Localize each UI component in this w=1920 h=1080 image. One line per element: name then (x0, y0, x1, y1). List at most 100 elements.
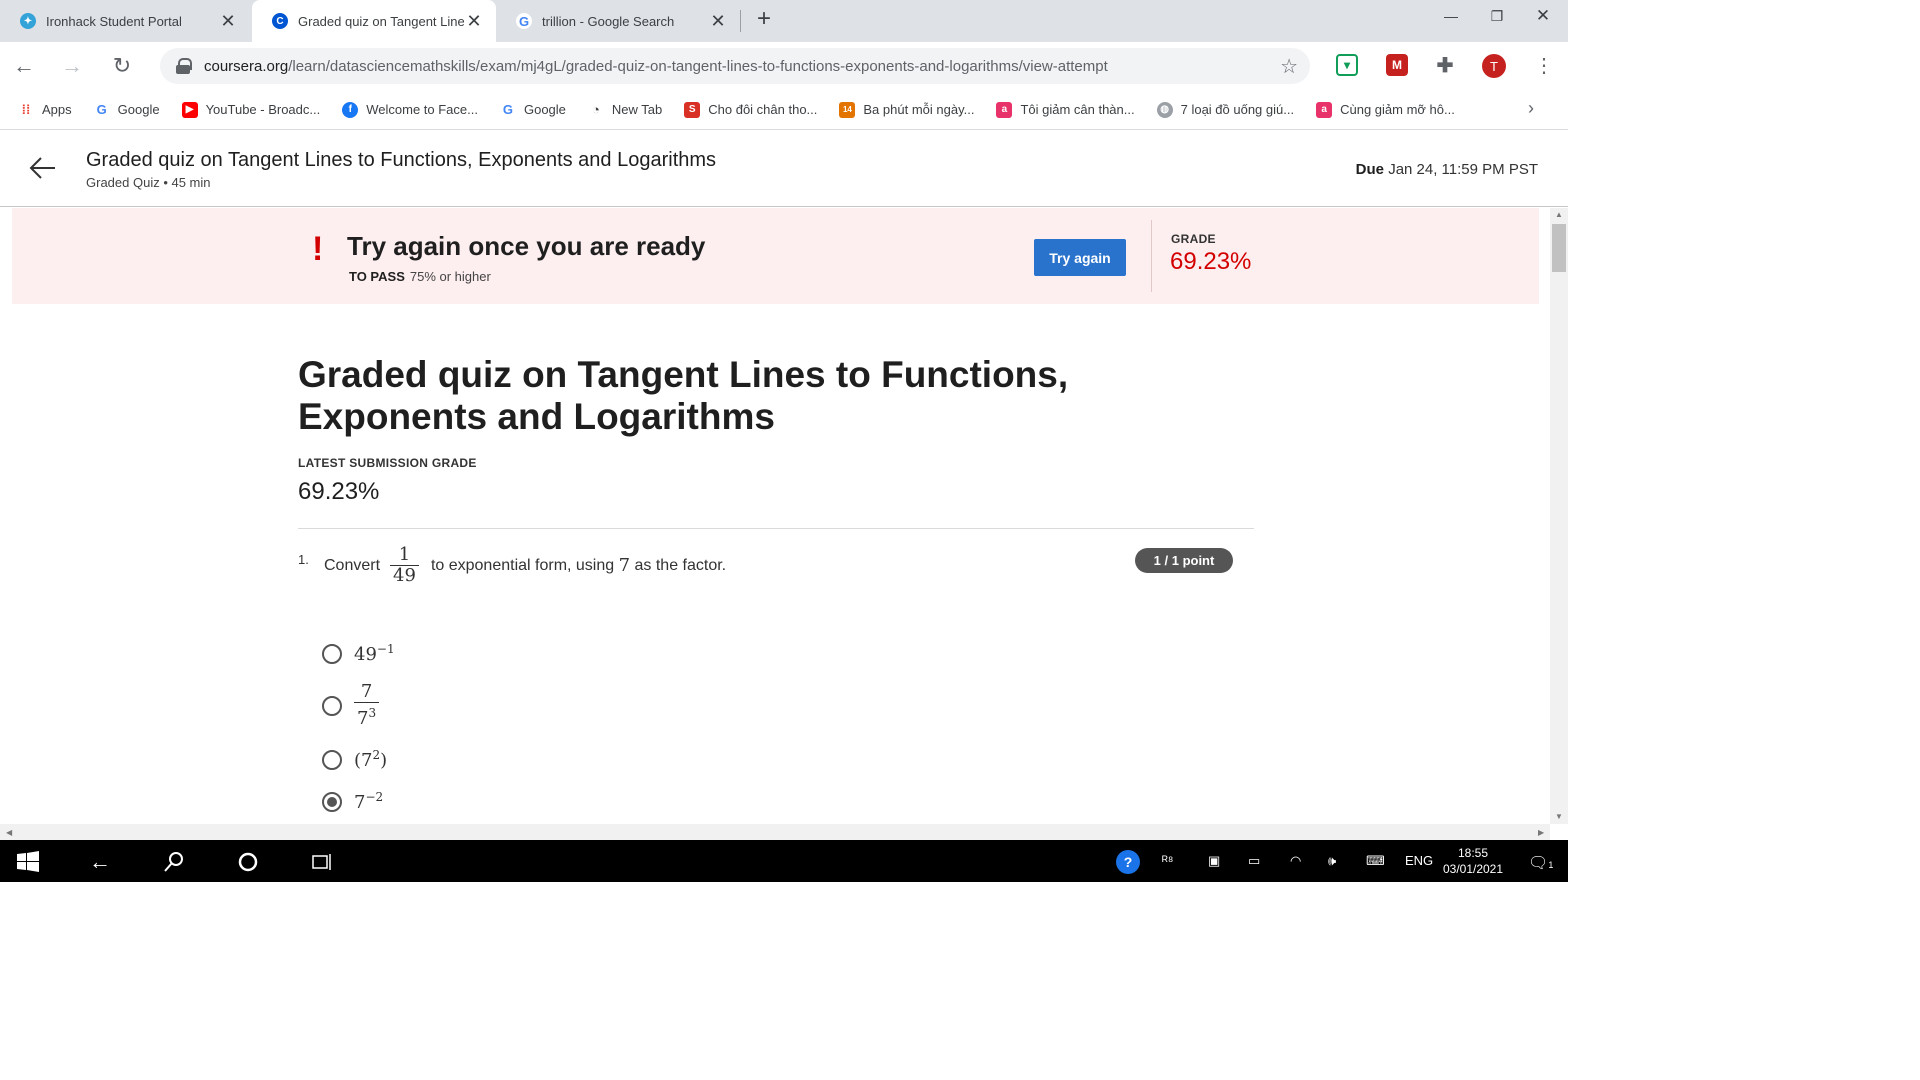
search-icon[interactable] (162, 850, 186, 874)
option-math: (72) (354, 748, 388, 771)
radio-button[interactable] (322, 643, 342, 664)
windows-start-icon[interactable] (16, 850, 40, 874)
question-middle: to exponential form, using (430, 556, 615, 574)
cortana-icon[interactable] (236, 850, 260, 874)
a-icon: a (1316, 101, 1333, 118)
tab-coursera[interactable]: C Graded quiz on Tangent Lines t ✕ (252, 0, 496, 42)
new-tab-button[interactable]: + (752, 7, 776, 32)
header-title: Graded quiz on Tangent Lines to Function… (86, 149, 717, 171)
extension-mcafee-icon[interactable]: M (1386, 54, 1408, 76)
question-text: Convert 1 49 to exponential form, using … (324, 545, 726, 586)
scroll-down-icon[interactable]: ▼ (1555, 812, 1563, 821)
pass-requirement: TO PASS 75% or higher (349, 269, 491, 284)
windows-taskbar: ← ? ᴿ⁸ ▣ ▭ ◠ 🕪 ⌨ ENG 18:55 03/01/2021 🗨1 (0, 840, 1568, 882)
url-host: coursera.org (204, 57, 289, 75)
bookmark-item[interactable]: 14 Ba phút mỗi ngày... (839, 101, 974, 118)
window-close-icon[interactable]: ✕ (1520, 4, 1566, 28)
back-arrow-icon[interactable] (28, 153, 58, 183)
horizontal-scrollbar[interactable] (0, 824, 1550, 840)
extensions-puzzle-icon[interactable]: ✚ (1434, 54, 1456, 77)
submission-grade: 69.23% (298, 478, 380, 505)
due-label: Due (1355, 161, 1385, 178)
clock[interactable]: 18:55 03/01/2021 (1436, 845, 1510, 877)
people-icon[interactable]: ᴿ⁸ (1162, 853, 1173, 868)
tab-title: trillion - Google Search (542, 13, 675, 29)
wifi-icon[interactable]: ◠ (1290, 853, 1301, 869)
profile-avatar[interactable]: T (1482, 54, 1506, 78)
bookmark-label: Tôi giảm cân thàn... (1020, 102, 1135, 117)
coursera-icon: C (272, 13, 288, 29)
bookmark-item[interactable]: ◍ 7 loại đồ uống giú... (1156, 101, 1295, 118)
submission-grade-label: LATEST SUBMISSION GRADE (298, 456, 477, 470)
extension-shield-icon[interactable]: ▾ (1336, 54, 1358, 76)
due-value: Jan 24, 11:59 PM PST (1388, 161, 1538, 178)
tab-google-search[interactable]: G trillion - Google Search ✕ (496, 0, 740, 42)
pass-value: 75% or higher (409, 269, 491, 284)
answer-option[interactable]: 7 73 (322, 682, 380, 729)
keyboard-icon[interactable]: ⌨ (1366, 853, 1385, 869)
quiz-header: Graded quiz on Tangent Lines to Function… (0, 131, 1568, 207)
bookmark-item[interactable]: G Google (500, 102, 566, 118)
restore-icon[interactable]: ❐ (1474, 4, 1520, 28)
menu-kebab-icon[interactable]: ⋮ (1534, 54, 1554, 78)
minimize-icon[interactable]: — (1428, 4, 1474, 28)
radio-button[interactable] (322, 749, 342, 770)
vertical-scrollbar[interactable] (1550, 208, 1568, 824)
task-view-icon[interactable] (310, 850, 334, 874)
scroll-right-icon[interactable]: ▶ (1538, 828, 1544, 837)
answer-option[interactable]: 49−1 (322, 642, 395, 665)
bookmark-item[interactable]: a Cùng giảm mỡ hô... (1316, 101, 1455, 118)
bookmark-item[interactable]: ◔ New Tab (588, 102, 662, 118)
scroll-left-icon[interactable]: ◀ (6, 828, 12, 837)
forward-icon[interactable]: → (58, 52, 86, 80)
tab-ironhack[interactable]: ✦ Ironhack Student Portal ✕ (0, 0, 250, 42)
help-icon[interactable]: ? (1116, 850, 1140, 874)
grade-value: 69.23% (1170, 248, 1252, 275)
tab-title: Graded quiz on Tangent Lines t (298, 13, 464, 29)
reload-icon[interactable]: ↻ (108, 52, 136, 80)
lock-icon (176, 58, 192, 74)
try-again-button[interactable]: Try again (1034, 239, 1126, 276)
address-bar[interactable]: coursera.org/learn/datasciencemathskills… (160, 48, 1310, 84)
bookmark-item[interactable]: a Tôi giảm cân thàn... (996, 101, 1135, 118)
bookmark-label: Google (523, 102, 566, 117)
radio-button[interactable] (322, 695, 342, 716)
url-path: /learn/datasciencemathskills/exam/mj4gL/… (288, 57, 1108, 75)
bookmark-label: Cho đôi chân tho... (708, 102, 818, 117)
tab-title: Ironhack Student Portal (46, 13, 182, 29)
header-subtitle: Graded Quiz • 45 min (86, 175, 211, 190)
battery-icon[interactable]: ▭ (1248, 853, 1260, 869)
device-icon[interactable]: ▣ (1208, 853, 1220, 869)
newtab-icon: ◔ (591, 102, 600, 117)
radio-button-selected[interactable] (322, 791, 342, 812)
close-icon[interactable]: ✕ (464, 11, 484, 31)
ironhack-icon: ✦ (20, 13, 36, 29)
bookmark-item[interactable]: ▶ YouTube - Broadc... (181, 101, 320, 118)
question-number: 1. (298, 552, 309, 567)
bookmark-item[interactable]: G Google (94, 102, 160, 118)
volume-icon[interactable]: 🕪 (1328, 853, 1336, 869)
scrollbar-thumb[interactable] (1552, 224, 1566, 272)
bookmark-label: 7 loại đồ uống giú... (1180, 102, 1295, 117)
bookmark-star-icon[interactable]: ☆ (1280, 54, 1298, 79)
close-icon[interactable]: ✕ (218, 11, 238, 31)
facebook-icon: f (342, 101, 359, 118)
chevron-right-icon[interactable]: › (1528, 98, 1534, 119)
language-indicator[interactable]: ENG (1405, 853, 1433, 868)
scroll-up-icon[interactable]: ▲ (1555, 210, 1563, 219)
s-icon: S (684, 101, 701, 118)
answer-option[interactable]: 7−2 (322, 790, 383, 813)
bookmark-item[interactable]: f Welcome to Face... (342, 101, 478, 118)
youtube-icon: ▶ (181, 101, 198, 118)
bookmark-item[interactable]: ⁞⁞ Apps (18, 102, 72, 118)
pass-label: TO PASS (349, 269, 405, 284)
clock-date: 03/01/2021 (1442, 862, 1504, 876)
notifications-icon[interactable]: 🗨1 (1528, 853, 1553, 873)
tab-separator (740, 10, 741, 32)
close-icon[interactable]: ✕ (708, 11, 728, 31)
bookmark-item[interactable]: S Cho đôi chân tho... (684, 101, 818, 118)
back-icon[interactable]: ← (10, 52, 38, 80)
answer-option[interactable]: (72) (322, 748, 387, 771)
back-icon[interactable]: ← (88, 849, 112, 874)
question-prefix: Convert (324, 556, 381, 574)
